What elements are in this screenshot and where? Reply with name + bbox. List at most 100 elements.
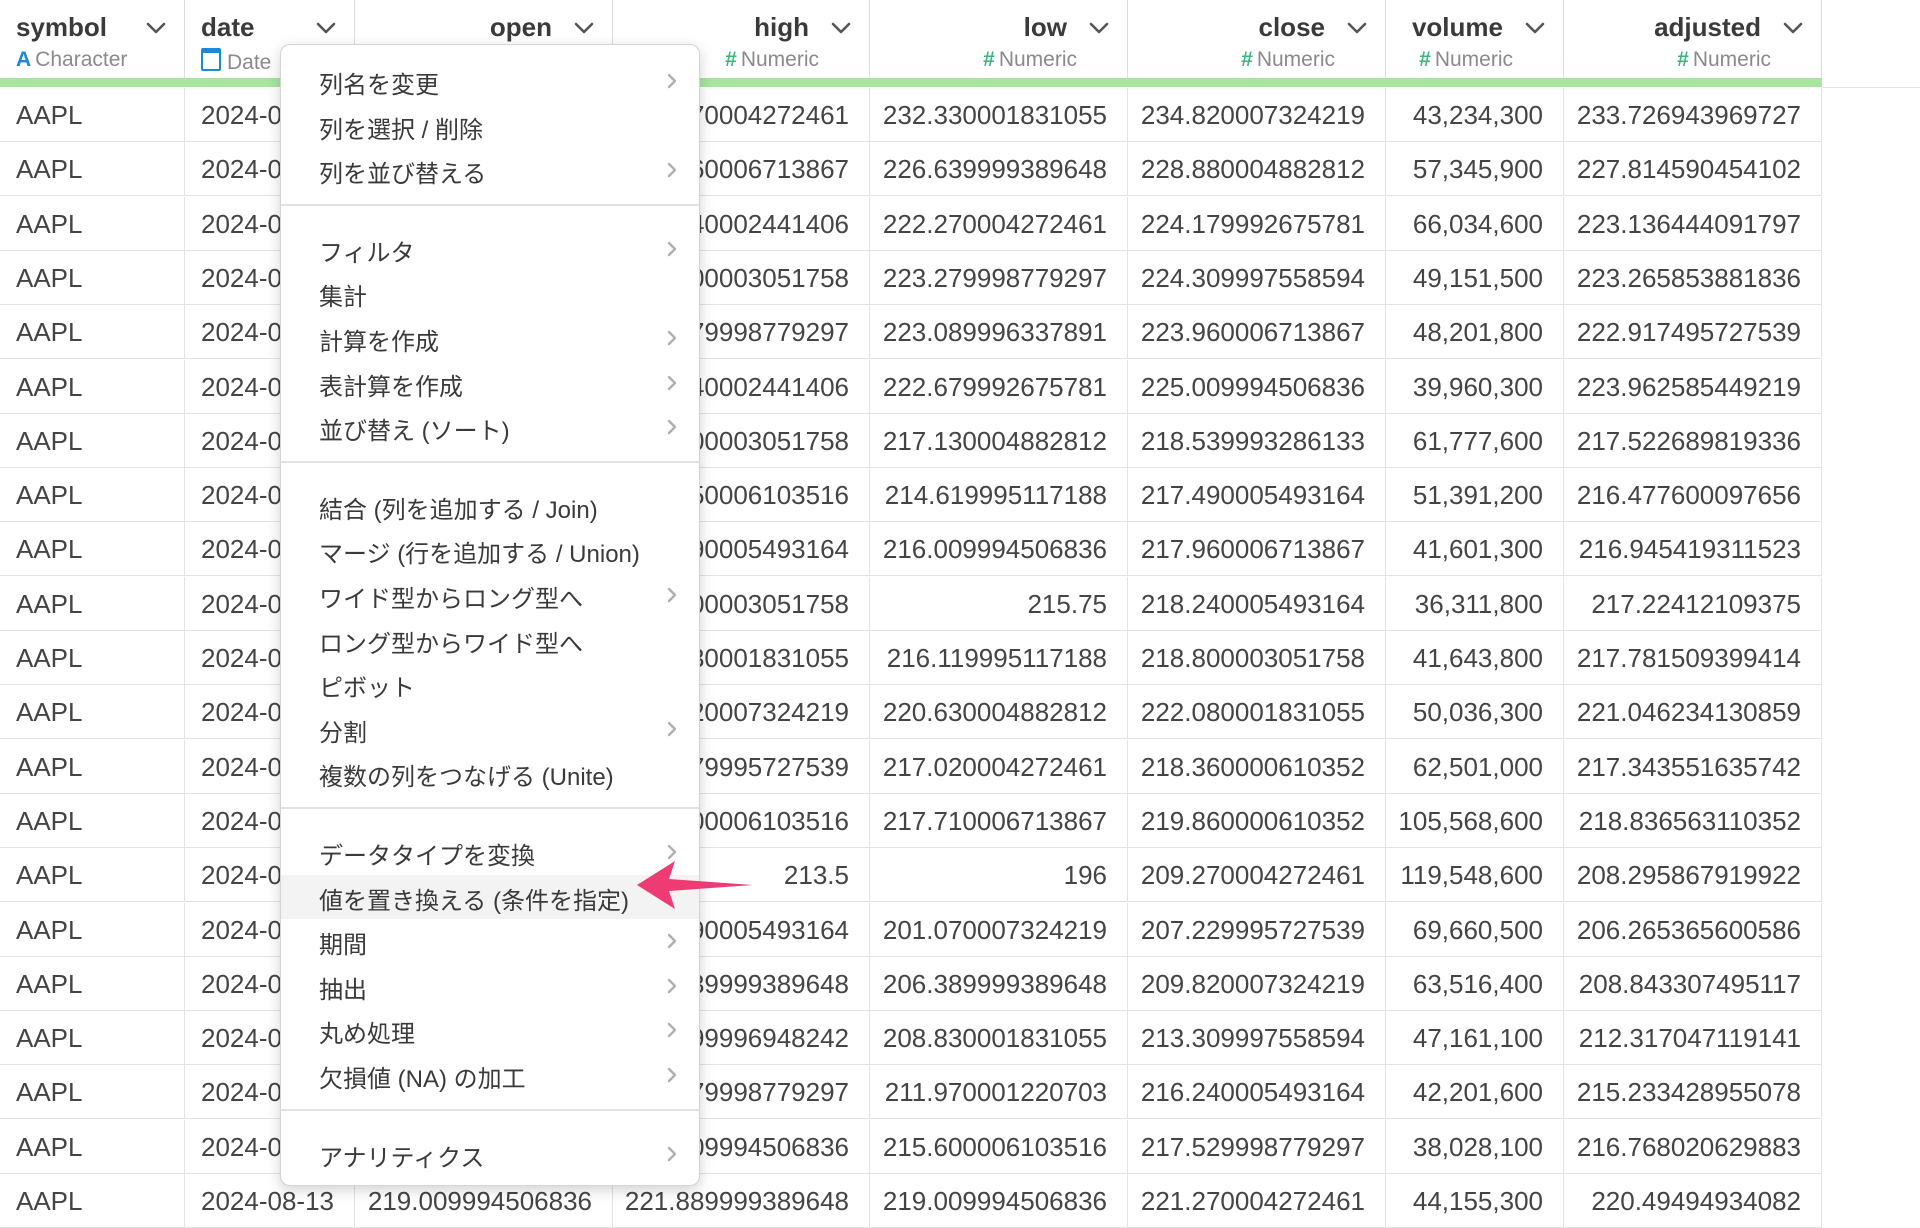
table-cell-volume: 41,601,300 — [1386, 522, 1564, 577]
table-cell-close: 207.229995727539 — [1128, 902, 1386, 957]
chevron-down-icon[interactable] — [570, 14, 598, 42]
menu-rounding[interactable]: 丸め処理 — [281, 1008, 699, 1052]
menu-reorder-columns[interactable]: 列を並び替える — [281, 148, 699, 192]
table-cell-low: 201.070007324219 — [870, 902, 1128, 957]
table-cell-low: 223.279998779297 — [870, 250, 1128, 305]
menu-item-label: 抽出 — [319, 976, 367, 1004]
chevron-right-icon — [661, 583, 683, 607]
menu-select-remove-columns[interactable]: 列を選択 / 削除 — [281, 104, 699, 148]
menu-unite[interactable]: 複数の列をつなげる (Unite) — [281, 751, 699, 795]
column-type-label: # Numeric — [1677, 48, 1771, 72]
chevron-down-icon[interactable] — [312, 14, 340, 42]
column-type-label: # Numeric — [1241, 48, 1335, 72]
menu-union[interactable]: マージ (行を追加する / Union) — [281, 528, 699, 572]
menu-filter[interactable]: フィルタ — [281, 227, 699, 271]
column-name: open — [489, 12, 552, 42]
menu-item-label: ピボット — [319, 675, 415, 703]
table-cell-symbol: AAPL — [0, 142, 185, 197]
table-cell-adjusted: 216.768020629883 — [1564, 1119, 1822, 1174]
table-cell-volume: 47,161,100 — [1386, 1011, 1564, 1066]
numeric-type-icon: # — [1677, 48, 1689, 71]
numeric-type-icon: # — [1241, 48, 1253, 71]
table-cell-close: 217.490005493164 — [1128, 468, 1386, 523]
numeric-type-icon: # — [983, 48, 995, 71]
menu-item-label: 集計 — [319, 284, 367, 312]
column-name: date — [201, 12, 255, 42]
column-type-label: # Numeric — [725, 48, 819, 72]
column-name: low — [1023, 12, 1067, 42]
menu-rename-column[interactable]: 列名を変更 — [281, 59, 699, 103]
header-divider — [1822, 87, 1920, 88]
table-cell-close: 213.309997558594 — [1128, 1011, 1386, 1066]
table-cell-low: 222.679992675781 — [870, 359, 1128, 414]
table-cell-low: 208.830001831055 — [870, 1011, 1128, 1066]
chevron-down-icon[interactable] — [1085, 14, 1113, 42]
table-cell-symbol: AAPL — [0, 848, 185, 903]
table-cell-low: 215.75 — [870, 576, 1128, 631]
table-cell-adjusted: 227.814590454102 — [1564, 142, 1822, 197]
chevron-right-icon — [661, 717, 683, 741]
column-quality-bar — [0, 78, 1822, 87]
table-cell-symbol: AAPL — [0, 1065, 185, 1120]
chevron-down-icon[interactable] — [142, 14, 170, 42]
menu-item-label: 複数の列をつなげる (Unite) — [319, 764, 614, 792]
chevron-down-icon[interactable] — [1521, 14, 1549, 42]
menu-long-to-wide[interactable]: ロング型からワイド型へ — [281, 618, 699, 662]
pointer-arrow-icon — [637, 861, 753, 909]
table-cell-adjusted: 223.136444091797 — [1564, 196, 1822, 251]
table-cell-close: 217.529998779297 — [1128, 1119, 1386, 1174]
table-cell-symbol: AAPL — [0, 522, 185, 577]
column-header-close[interactable]: close # Numeric — [1128, 0, 1386, 78]
table-cell-close: 234.820007324219 — [1128, 88, 1386, 142]
column-type-text: Numeric — [1692, 48, 1771, 71]
table-cell-volume: 36,311,800 — [1386, 576, 1564, 631]
column-type-text: Numeric — [1434, 48, 1513, 71]
column-header-symbol[interactable]: symbol A Character — [0, 0, 185, 78]
table-cell-volume: 63,516,400 — [1386, 956, 1564, 1011]
column-header-low[interactable]: low # Numeric — [870, 0, 1128, 78]
table-cell-close: 218.800003051758 — [1128, 631, 1386, 685]
table-cell-low: 217.020004272461 — [870, 739, 1128, 794]
menu-summarize[interactable]: 集計 — [281, 271, 699, 315]
menu-wide-to-long[interactable]: ワイド型からロング型へ — [281, 573, 699, 617]
chevron-down-icon[interactable] — [1779, 14, 1807, 42]
table-cell-volume: 119,548,600 — [1386, 848, 1564, 903]
table-cell-symbol: AAPL — [0, 956, 185, 1011]
menu-item-label: アナリティクス — [319, 1144, 485, 1172]
menu-analytics[interactable]: アナリティクス — [281, 1132, 699, 1176]
menu-na-handling[interactable]: 欠損値 (NA) の加工 — [281, 1053, 699, 1097]
column-header-adjusted[interactable]: adjusted # Numeric — [1564, 0, 1822, 78]
menu-separator — [281, 460, 699, 463]
table-cell-low: 215.600006103516 — [870, 1119, 1128, 1174]
menu-create-calculation[interactable]: 計算を作成 — [281, 316, 699, 360]
chevron-right-icon — [661, 158, 683, 182]
chevron-right-icon — [661, 929, 683, 953]
menu-period[interactable]: 期間 — [281, 919, 699, 963]
table-cell-volume: 39,960,300 — [1386, 359, 1564, 414]
chevron-down-icon[interactable] — [1343, 14, 1371, 42]
table-cell-volume: 42,201,600 — [1386, 1065, 1564, 1120]
table-cell-symbol: AAPL — [0, 88, 185, 142]
table-cell-close: 228.880004882812 — [1128, 142, 1386, 197]
table-cell-volume: 105,568,600 — [1386, 793, 1564, 848]
menu-sort[interactable]: 並び替え (ソート) — [281, 405, 699, 449]
column-header-volume[interactable]: volume # Numeric — [1386, 0, 1564, 78]
table-cell-close: 217.960006713867 — [1128, 522, 1386, 577]
table-cell-volume: 49,151,500 — [1386, 250, 1564, 305]
table-cell-low: 214.619995117188 — [870, 468, 1128, 523]
table-cell-close: 218.539993286133 — [1128, 413, 1386, 468]
column-type-text: Numeric — [998, 48, 1077, 71]
table-cell-symbol: AAPL — [0, 250, 185, 305]
table-cell-symbol: AAPL — [0, 631, 185, 685]
menu-create-window-calculation[interactable]: 表計算を作成 — [281, 361, 699, 405]
menu-extract[interactable]: 抽出 — [281, 964, 699, 1008]
chevron-down-icon[interactable] — [827, 14, 855, 42]
menu-item-label: 列を選択 / 削除 — [319, 116, 484, 144]
menu-pivot[interactable]: ピボット — [281, 662, 699, 706]
menu-separate[interactable]: 分割 — [281, 707, 699, 751]
table-cell-close: 223.960006713867 — [1128, 305, 1386, 360]
menu-item-label: フィルタ — [319, 239, 415, 267]
chevron-right-icon — [661, 326, 683, 350]
menu-join[interactable]: 結合 (列を追加する / Join) — [281, 484, 699, 528]
calendar-icon — [201, 48, 221, 71]
